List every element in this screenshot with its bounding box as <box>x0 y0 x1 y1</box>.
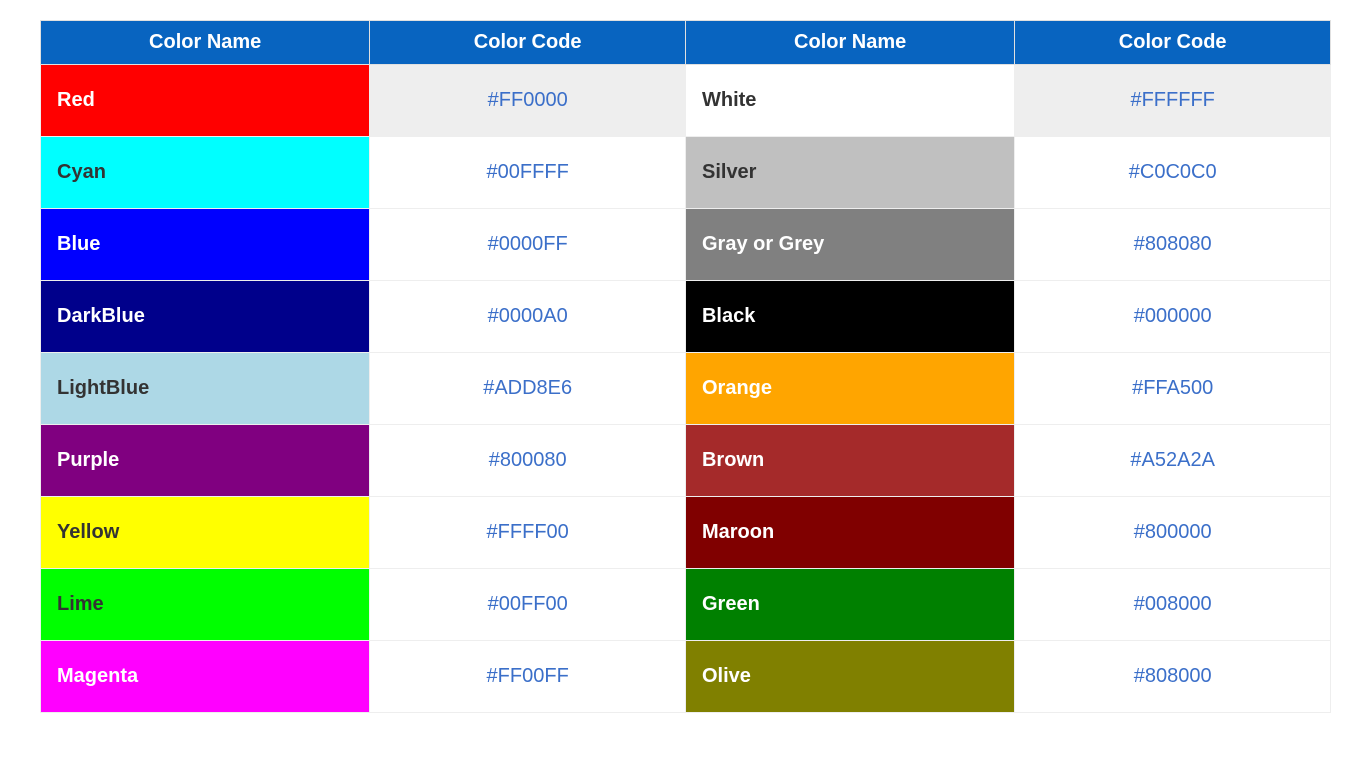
color-name-cell: Silver <box>685 137 1014 209</box>
color-code-cell[interactable]: #008000 <box>1015 569 1331 641</box>
color-name-cell: Magenta <box>41 641 370 713</box>
table-row: Purple#800080Brown#A52A2A <box>41 425 1331 497</box>
color-code-cell[interactable]: #800080 <box>370 425 686 497</box>
color-code-cell[interactable]: #00FF00 <box>370 569 686 641</box>
color-code-cell[interactable]: #FFFF00 <box>370 497 686 569</box>
table-row: Blue#0000FFGray or Grey#808080 <box>41 209 1331 281</box>
color-code-cell[interactable]: #C0C0C0 <box>1015 137 1331 209</box>
table-row: Red#FF0000White#FFFFFF <box>41 65 1331 137</box>
color-table: Color Name Color Code Color Name Color C… <box>40 20 1331 713</box>
table-row: Lime#00FF00Green#008000 <box>41 569 1331 641</box>
color-name-cell: Gray or Grey <box>685 209 1014 281</box>
color-code-cell[interactable]: #FFFFFF <box>1015 65 1331 137</box>
color-code-cell[interactable]: #FF00FF <box>370 641 686 713</box>
color-code-cell[interactable]: #0000FF <box>370 209 686 281</box>
color-code-cell[interactable]: #000000 <box>1015 281 1331 353</box>
color-name-cell: Purple <box>41 425 370 497</box>
color-name-cell: Yellow <box>41 497 370 569</box>
color-code-cell[interactable]: #FF0000 <box>370 65 686 137</box>
color-name-cell: White <box>685 65 1014 137</box>
table-row: DarkBlue#0000A0Black#000000 <box>41 281 1331 353</box>
color-table-body: Red#FF0000White#FFFFFFCyan#00FFFFSilver#… <box>41 65 1331 713</box>
color-name-cell: Blue <box>41 209 370 281</box>
color-name-cell: Red <box>41 65 370 137</box>
color-code-cell[interactable]: #808080 <box>1015 209 1331 281</box>
table-row: Magenta#FF00FFOlive#808000 <box>41 641 1331 713</box>
header-color-name-2: Color Name <box>685 21 1014 65</box>
color-code-cell[interactable]: #800000 <box>1015 497 1331 569</box>
color-name-cell: Cyan <box>41 137 370 209</box>
table-header-row: Color Name Color Code Color Name Color C… <box>41 21 1331 65</box>
color-name-cell: DarkBlue <box>41 281 370 353</box>
color-code-cell[interactable]: #FFA500 <box>1015 353 1331 425</box>
color-code-cell[interactable]: #0000A0 <box>370 281 686 353</box>
color-name-cell: Brown <box>685 425 1014 497</box>
header-color-code-2: Color Code <box>1015 21 1331 65</box>
color-code-cell[interactable]: #808000 <box>1015 641 1331 713</box>
color-name-cell: Lime <box>41 569 370 641</box>
table-row: LightBlue#ADD8E6Orange#FFA500 <box>41 353 1331 425</box>
color-name-cell: Maroon <box>685 497 1014 569</box>
color-name-cell: Black <box>685 281 1014 353</box>
table-row: Yellow#FFFF00Maroon#800000 <box>41 497 1331 569</box>
color-name-cell: Olive <box>685 641 1014 713</box>
color-code-cell[interactable]: #A52A2A <box>1015 425 1331 497</box>
table-row: Cyan#00FFFFSilver#C0C0C0 <box>41 137 1331 209</box>
color-name-cell: LightBlue <box>41 353 370 425</box>
color-code-cell[interactable]: #00FFFF <box>370 137 686 209</box>
color-code-cell[interactable]: #ADD8E6 <box>370 353 686 425</box>
header-color-name-1: Color Name <box>41 21 370 65</box>
color-name-cell: Orange <box>685 353 1014 425</box>
color-name-cell: Green <box>685 569 1014 641</box>
header-color-code-1: Color Code <box>370 21 686 65</box>
